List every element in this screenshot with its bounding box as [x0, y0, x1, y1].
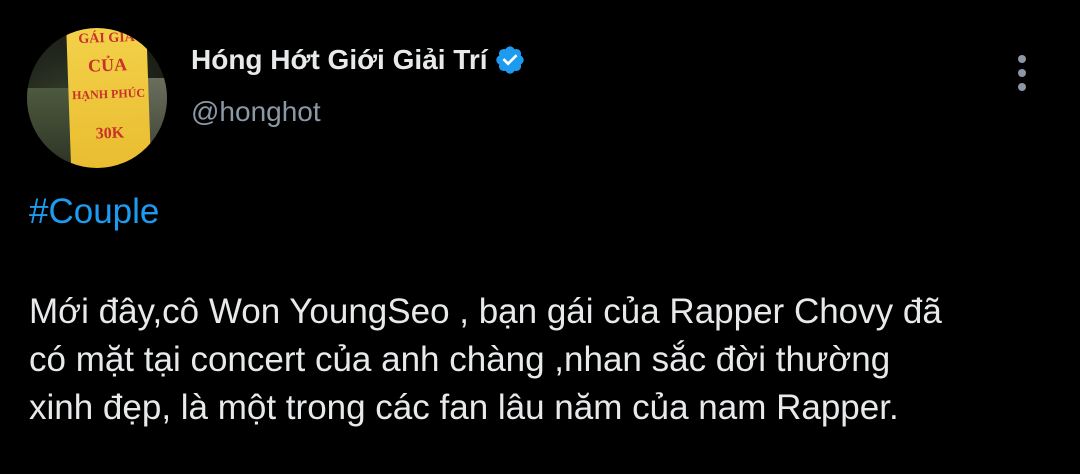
author-display-name[interactable]: Hóng Hớt Giới Giải Trí — [191, 44, 488, 76]
tweet-body-line: xinh đẹp, là một trong các fan lâu năm c… — [29, 388, 899, 427]
tweet-card: GÁI GIA CỦA HẠNH PHÚC 30K Hóng Hớt Giới … — [0, 0, 1080, 474]
tweet-body-line: có mặt tại concert của anh chàng ,nhan s… — [29, 340, 891, 379]
avatar-sign-line-3: HẠNH PHÚC — [71, 85, 146, 103]
avatar[interactable]: GÁI GIA CỦA HẠNH PHÚC 30K — [27, 28, 167, 168]
author-name-row: Hóng Hớt Giới Giải Trí — [191, 42, 526, 78]
avatar-sign: GÁI GIA CỦA HẠNH PHÚC 30K — [66, 28, 152, 168]
author-handle[interactable]: @honghot — [191, 96, 321, 128]
tweet-body: Mới đây,cô Won YoungSeo , bạn gái của Ra… — [29, 288, 1069, 432]
avatar-background-left — [27, 88, 71, 168]
avatar-sign-line-4: 30K — [95, 124, 125, 143]
avatar-sign-line-1: GÁI GIA — [78, 30, 136, 48]
verified-badge-icon — [494, 44, 526, 76]
more-vertical-icon[interactable] — [1012, 55, 1032, 91]
avatar-sign-line-2: CỦA — [87, 54, 128, 76]
hashtag-link[interactable]: #Couple — [29, 192, 159, 232]
tweet-body-line: Mới đây,cô Won YoungSeo , bạn gái của Ra… — [29, 292, 942, 331]
